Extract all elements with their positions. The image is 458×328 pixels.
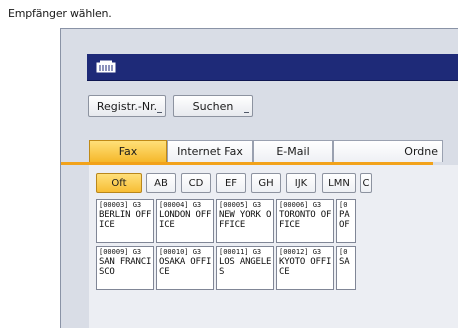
destination-name: BERLIN OFFICE (99, 210, 152, 230)
tab-internet-fax[interactable]: Internet Fax (167, 140, 253, 162)
destination-code: [0 (339, 201, 348, 209)
title-bar (87, 54, 458, 81)
destination-card[interactable]: [00005] G3 NEW YORK OFFICE (216, 199, 274, 243)
tab-fax[interactable]: Fax (89, 140, 167, 162)
destination-name: SA (339, 257, 350, 267)
search-button[interactable]: Suchen (173, 95, 253, 117)
destination-card[interactable]: [00003] G3 BERLIN OFFICE (96, 199, 154, 243)
destination-code: [00003] G3 (99, 201, 142, 209)
filter-next[interactable]: C (360, 173, 372, 193)
registration-number-label: Registr.-Nr. (96, 100, 158, 113)
destination-list-area: Oft AB CD EF GH IJK LMN C [00003] G3 BER… (89, 165, 458, 328)
destination-code: [00005] G3 (219, 201, 262, 209)
filter-label: GH (258, 178, 274, 189)
tab-email[interactable]: E-Mail (253, 140, 333, 162)
destination-code: [0 (339, 248, 348, 256)
destination-card[interactable]: [0 PA OF (336, 199, 356, 243)
corner-mark-icon (244, 112, 249, 113)
filter-ijk[interactable]: IJK (286, 173, 316, 193)
destination-name: KYOTO OFFICE (279, 257, 332, 277)
destination-name: OSAKA OFFICE (159, 257, 212, 277)
filter-label: AB (154, 178, 168, 189)
filter-label: C (362, 178, 370, 189)
tab-internet-fax-label: Internet Fax (177, 145, 243, 158)
destination-card[interactable]: [00012] G3 KYOTO OFFICE (276, 246, 334, 290)
tab-folder-label: Ordne (404, 145, 438, 158)
instruction-text: Empfänger wählen. (8, 7, 112, 20)
filter-label: CD (188, 178, 204, 189)
tab-email-label: E-Mail (276, 145, 310, 158)
destination-card[interactable]: [00009] G3 SAN FRANCISCO (96, 246, 154, 290)
filter-label: IJK (294, 178, 308, 189)
destination-code: [00009] G3 (99, 248, 142, 256)
corner-mark-icon (157, 112, 162, 113)
filter-ef[interactable]: EF (216, 173, 246, 193)
address-book-icon (96, 60, 116, 73)
filter-ab[interactable]: AB (146, 173, 176, 193)
destination-card[interactable]: [00010] G3 OSAKA OFFICE (156, 246, 214, 290)
destination-name: SAN FRANCISCO (99, 257, 152, 277)
destination-code: [00006] G3 (279, 201, 322, 209)
destination-name: LONDON OFFICE (159, 210, 212, 230)
tab-fax-label: Fax (118, 145, 138, 158)
destination-name: LOS ANGELES (219, 257, 272, 277)
search-label: Suchen (192, 100, 234, 113)
destination-code: [00011] G3 (219, 248, 262, 256)
filter-label: Oft (111, 178, 127, 189)
destination-code: [00010] G3 (159, 248, 202, 256)
filter-label: LMN (328, 178, 350, 189)
tab-folder[interactable]: Ordne (333, 140, 443, 162)
destination-name: TORONTO OFFICE (279, 210, 332, 230)
destination-card[interactable]: [00006] G3 TORONTO OFFICE (276, 199, 334, 243)
filter-gh[interactable]: GH (251, 173, 281, 193)
filter-label: EF (224, 178, 238, 189)
destination-card[interactable]: [00004] G3 LONDON OFFICE (156, 199, 214, 243)
registration-number-button[interactable]: Registr.-Nr. (88, 95, 166, 117)
address-book-panel: Registr.-Nr. Suchen Fax Internet Fax E-M… (60, 28, 458, 328)
filter-cd[interactable]: CD (181, 173, 211, 193)
destination-code: [00012] G3 (279, 248, 322, 256)
destination-card[interactable]: [0 SA (336, 246, 356, 290)
filter-frequent[interactable]: Oft (96, 173, 142, 193)
destination-card[interactable]: [00011] G3 LOS ANGELES (216, 246, 274, 290)
destination-code: [00004] G3 (159, 201, 202, 209)
destination-name: NEW YORK OFFICE (219, 210, 272, 230)
destination-name: PA OF (339, 210, 350, 230)
filter-lmn[interactable]: LMN (322, 173, 356, 193)
